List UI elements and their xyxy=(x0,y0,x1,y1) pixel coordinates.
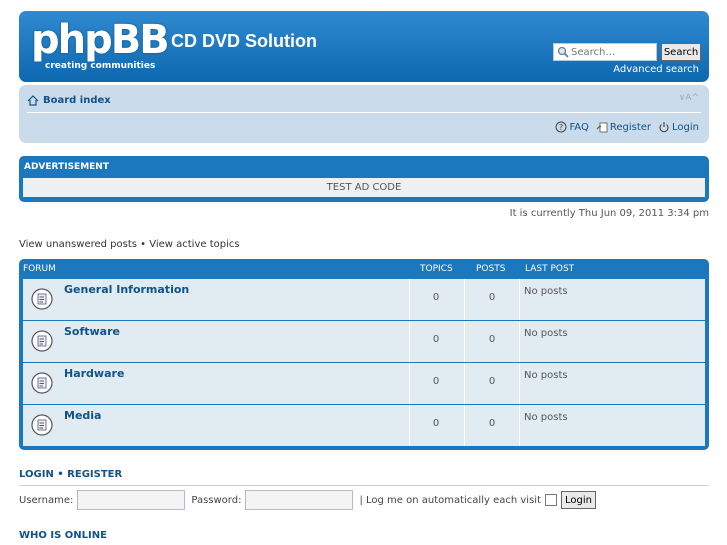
forum-list-header: FORUM TOPICS POSTS LAST POST xyxy=(23,263,705,279)
search-input[interactable] xyxy=(571,46,656,58)
phpbb-logo[interactable]: phpBB creating communities xyxy=(31,17,171,73)
login-button[interactable]: Login xyxy=(561,491,596,509)
column-divider xyxy=(464,321,465,362)
forum-title-link[interactable]: Hardware xyxy=(64,367,124,380)
login-form: Username: Password: | Log me on automati… xyxy=(19,490,596,510)
forum-column-header: FORUM xyxy=(23,264,56,274)
column-divider xyxy=(464,279,465,320)
column-divider xyxy=(409,363,410,404)
topics-count: 0 xyxy=(432,334,440,345)
logo-tagline: creating communities xyxy=(45,61,156,71)
last-post-info: No posts xyxy=(524,286,568,297)
site-title: CD DVD Solution xyxy=(171,31,317,51)
last-post-info: No posts xyxy=(524,412,568,423)
faq-label: FAQ xyxy=(569,121,589,133)
quick-links[interactable]: View unanswered posts • View active topi… xyxy=(19,239,240,250)
forum-row: Hardware 0 0 No posts xyxy=(23,363,705,404)
forum-title-link[interactable]: General Information xyxy=(64,283,189,296)
current-time: It is currently Thu Jun 09, 2011 3:34 pm xyxy=(509,208,709,219)
register-label: Register xyxy=(609,121,652,133)
home-icon xyxy=(27,95,39,106)
remember-me-checkbox[interactable] xyxy=(545,494,557,506)
forum-read-icon xyxy=(31,330,53,352)
forum-list: FORUM TOPICS POSTS LAST POST General Inf… xyxy=(19,259,709,450)
faq-icon: ? xyxy=(555,121,567,133)
topics-count: 0 xyxy=(432,292,440,303)
posts-count: 0 xyxy=(488,292,496,303)
topics-column-header: TOPICS xyxy=(420,264,453,274)
forum-read-icon xyxy=(31,372,53,394)
column-divider xyxy=(409,321,410,362)
register-link[interactable]: Register xyxy=(596,121,651,133)
search-box xyxy=(553,43,657,61)
who-is-online-heading: WHO IS ONLINE xyxy=(19,530,107,541)
forum-row: Software 0 0 No posts xyxy=(23,321,705,362)
navbar: Board index ∨A^ ? FAQ Register Login xyxy=(19,85,709,143)
board-index-link[interactable]: Board index xyxy=(27,95,111,106)
password-field[interactable] xyxy=(245,490,354,510)
navbar-divider xyxy=(27,112,701,113)
forum-read-icon xyxy=(31,414,53,436)
svg-text:?: ? xyxy=(559,123,563,132)
advertisement-box: ADVERTISEMENT TEST AD CODE xyxy=(19,156,709,202)
site-header: phpBB creating communities CD DVD Soluti… xyxy=(19,11,709,82)
logo-text: phpBB xyxy=(31,17,170,63)
last-post-info: No posts xyxy=(524,328,568,339)
forum-title-link[interactable]: Media xyxy=(64,409,101,422)
user-nav-links: ? FAQ Register Login xyxy=(555,121,699,133)
forum-title-link[interactable]: Software xyxy=(64,325,120,338)
faq-link[interactable]: ? FAQ xyxy=(555,121,589,133)
register-icon xyxy=(596,122,608,133)
username-field[interactable] xyxy=(77,490,186,510)
login-divider xyxy=(19,485,709,486)
column-divider xyxy=(519,363,520,404)
password-label: Password: xyxy=(191,494,242,506)
column-divider xyxy=(409,279,410,320)
column-divider xyxy=(464,363,465,404)
posts-count: 0 xyxy=(488,334,496,345)
login-label: Login xyxy=(672,121,699,133)
login-link[interactable]: Login xyxy=(658,121,699,133)
posts-count: 0 xyxy=(488,418,496,429)
search-icon xyxy=(557,46,569,58)
posts-column-header: POSTS xyxy=(476,264,506,274)
advanced-search-link[interactable]: Advanced search xyxy=(613,64,699,75)
forum-row: General Information 0 0 No posts xyxy=(23,279,705,320)
forum-row: Media 0 0 No posts xyxy=(23,405,705,446)
column-divider xyxy=(519,321,520,362)
topics-count: 0 xyxy=(432,376,440,387)
posts-count: 0 xyxy=(488,376,496,387)
advertisement-heading: ADVERTISEMENT xyxy=(24,162,109,172)
username-label: Username: xyxy=(19,494,74,506)
column-divider xyxy=(464,405,465,446)
topics-count: 0 xyxy=(432,418,440,429)
font-resize-control[interactable]: ∨A^ xyxy=(679,93,699,103)
last-post-info: No posts xyxy=(524,370,568,381)
column-divider xyxy=(519,405,520,446)
login-register-heading[interactable]: LOGIN • REGISTER xyxy=(19,469,122,480)
search-button[interactable]: Search xyxy=(661,43,701,61)
column-divider xyxy=(519,279,520,320)
column-divider xyxy=(409,405,410,446)
power-icon xyxy=(659,122,669,133)
board-index-label: Board index xyxy=(43,95,111,106)
advertisement-content[interactable]: TEST AD CODE xyxy=(23,178,705,197)
last-post-column-header: LAST POST xyxy=(525,264,575,274)
forum-read-icon xyxy=(31,288,53,310)
remember-me-label: | Log me on automatically each visit xyxy=(359,494,541,506)
